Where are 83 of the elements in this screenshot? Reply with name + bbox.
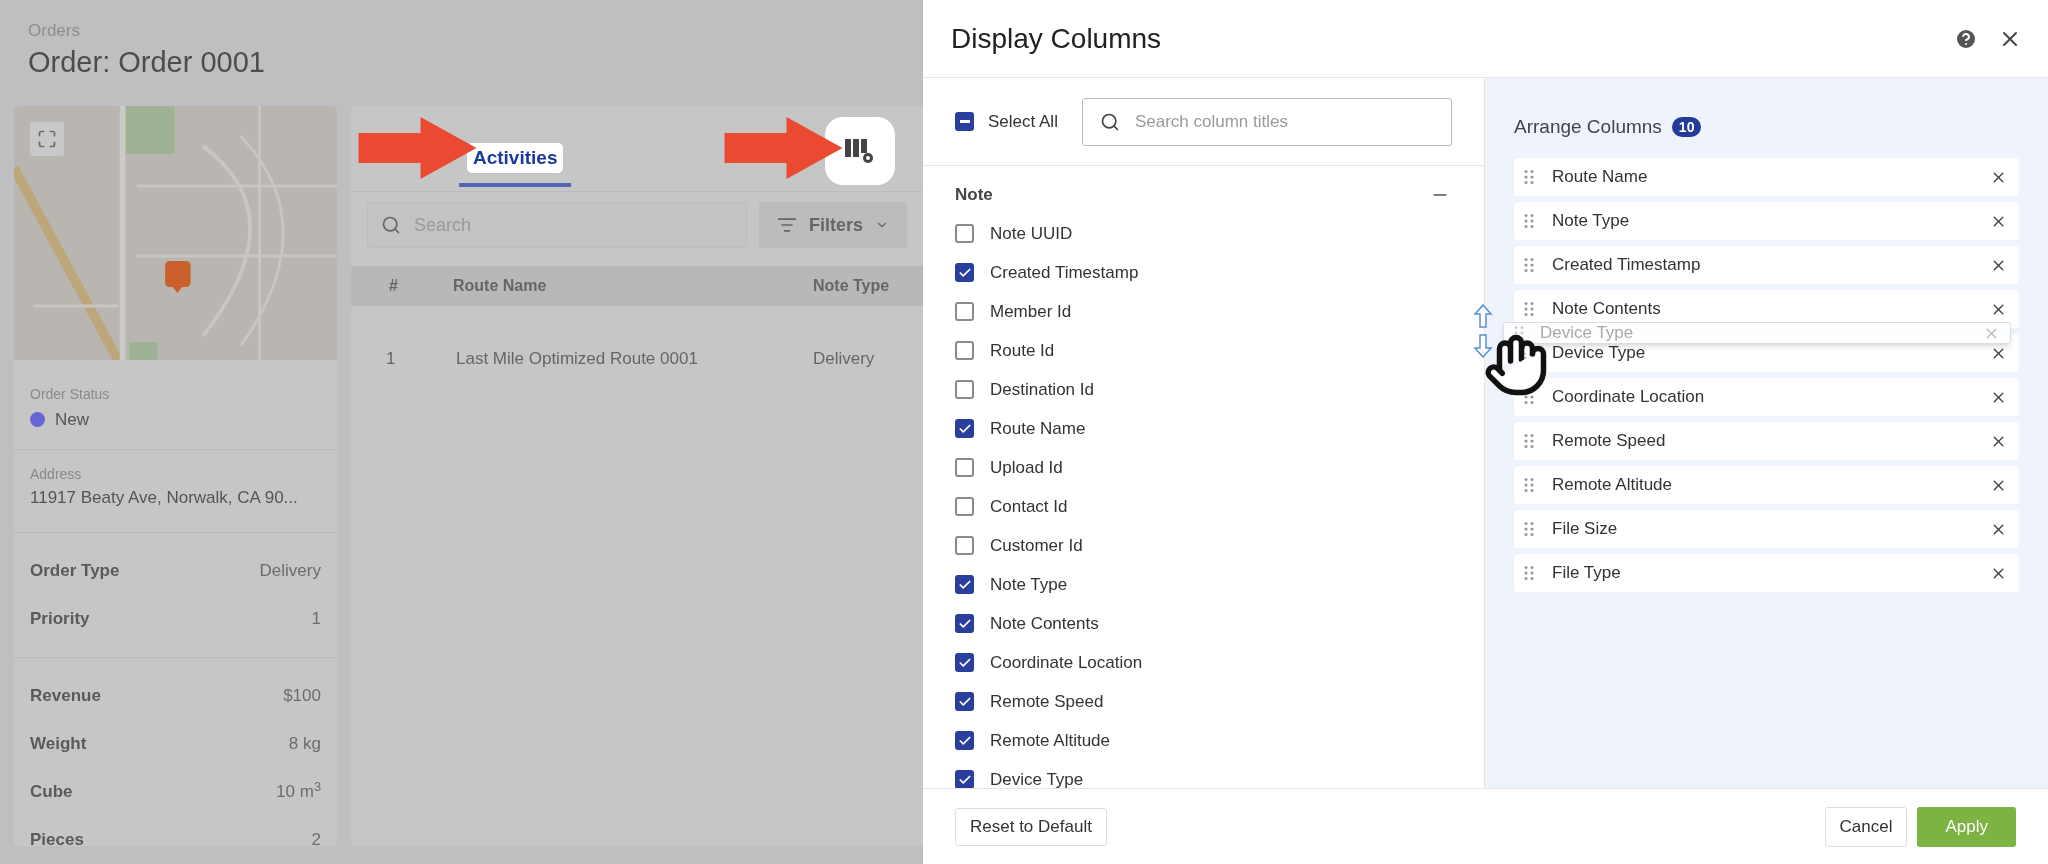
checkbox[interactable] xyxy=(955,224,974,243)
drag-handle-icon[interactable] xyxy=(1524,213,1534,229)
field-label: Order Status xyxy=(30,385,111,404)
column-search-field[interactable]: Search column titles xyxy=(1081,97,1452,146)
checkbox[interactable] xyxy=(955,653,974,672)
drag-handle-icon[interactable] xyxy=(1524,433,1534,449)
checkbox[interactable] xyxy=(955,614,974,633)
arranged-column[interactable]: Coordinate Location xyxy=(1514,378,2019,416)
arranged-column[interactable]: Route Name xyxy=(1514,158,2019,196)
arranged-column[interactable]: File Size xyxy=(1514,510,2019,548)
arranged-column[interactable]: Remote Altitude xyxy=(1514,466,2019,504)
detail-value: 1 xyxy=(311,608,321,631)
select-all-label[interactable]: Select All xyxy=(988,108,1058,135)
reset-button[interactable]: Reset to Default xyxy=(955,807,1107,846)
detail-label: Priority xyxy=(30,608,90,631)
drag-handle-icon[interactable] xyxy=(1524,521,1534,537)
drag-handle-icon[interactable] xyxy=(1524,477,1534,493)
column-option[interactable]: Note UUID xyxy=(990,220,1073,247)
detail-label: Revenue xyxy=(30,685,101,708)
column-option[interactable]: Contact Id xyxy=(990,493,1068,520)
column-option[interactable]: Customer Id xyxy=(990,532,1083,559)
detail-value: 8 kg xyxy=(288,733,321,756)
table-cell-text: 1 xyxy=(384,348,397,371)
order-status: New xyxy=(55,409,89,431)
column-option[interactable]: Route Name xyxy=(990,415,1086,442)
drag-handle-icon[interactable] xyxy=(1524,257,1534,273)
group-title: Note xyxy=(955,184,993,207)
arrange-title: Arrange Columns xyxy=(1514,114,1662,139)
checkbox[interactable] xyxy=(955,419,974,438)
search-icon xyxy=(380,215,401,235)
fullscreen-icon xyxy=(37,129,57,149)
checkbox[interactable] xyxy=(955,575,974,594)
column-option[interactable]: Remote Altitude xyxy=(990,727,1110,754)
checkbox[interactable] xyxy=(955,536,974,555)
cancel-button[interactable]: Cancel xyxy=(1824,806,1908,847)
arranged-column[interactable]: Note Type xyxy=(1514,202,2019,240)
checkbox[interactable] xyxy=(955,692,974,711)
detail-label: Weight xyxy=(30,733,87,756)
column-settings-icon[interactable] xyxy=(845,136,875,165)
checkbox[interactable] xyxy=(955,770,974,788)
search-icon xyxy=(1099,111,1120,132)
checkbox[interactable] xyxy=(955,497,974,516)
detail-value: 10 m$^{3}$ xyxy=(276,779,321,804)
drag-handle-icon[interactable] xyxy=(1524,169,1534,185)
detail-value: 2 xyxy=(311,829,321,846)
detail-label: Cube xyxy=(30,781,73,804)
detail-value: Delivery xyxy=(259,560,321,583)
column-option[interactable]: Note Type xyxy=(990,571,1068,598)
arranged-column[interactable]: Remote Speed xyxy=(1514,422,2019,460)
up-down-arrows-icon xyxy=(1473,303,1493,359)
page-title: Order: Order 0001 xyxy=(28,44,266,80)
column-option[interactable]: Route Id xyxy=(990,337,1055,364)
column-option[interactable]: Note Contents xyxy=(990,610,1099,637)
column-option[interactable]: Upload Id xyxy=(990,454,1063,481)
column-option[interactable]: Created Timestamp xyxy=(990,259,1139,286)
checkbox[interactable] xyxy=(955,458,974,477)
table-cell-text: Last Mile Optimized Route 0001 xyxy=(455,348,699,371)
checkbox[interactable] xyxy=(955,380,974,399)
checkbox[interactable] xyxy=(955,302,974,321)
detail-label: Order Type xyxy=(30,560,120,583)
address-text: 11917 Beaty Ave, Norwalk, CA 90... xyxy=(30,486,299,509)
checkbox[interactable] xyxy=(955,731,974,750)
drag-handle-icon[interactable] xyxy=(1524,565,1534,581)
dialog-title: Display Columns xyxy=(951,21,1162,56)
checkbox[interactable] xyxy=(955,112,974,131)
drag-handle-icon[interactable] xyxy=(1524,301,1534,317)
arranged-column[interactable]: Created Timestamp xyxy=(1514,246,2019,284)
filter-icon xyxy=(776,215,797,235)
checkbox[interactable] xyxy=(955,341,974,360)
table-cell-text: Delivery xyxy=(812,348,875,371)
checkbox[interactable] xyxy=(955,263,974,282)
count-badge: 10 xyxy=(1671,117,1702,137)
column-option[interactable]: Member Id xyxy=(990,298,1072,325)
column-option[interactable]: Remote Speed xyxy=(990,688,1104,715)
fullscreen-button[interactable] xyxy=(30,122,64,156)
column-option[interactable]: Device Type xyxy=(990,766,1084,788)
field-label: Address xyxy=(30,464,83,484)
minus-icon xyxy=(959,120,970,123)
detail-value: $100 xyxy=(283,685,321,708)
column-option[interactable]: Destination Id xyxy=(990,376,1094,403)
detail-label: Pieces xyxy=(30,829,84,846)
column-option[interactable]: Coordinate Location xyxy=(990,649,1143,676)
arranged-column[interactable]: File Type xyxy=(1514,554,2019,592)
